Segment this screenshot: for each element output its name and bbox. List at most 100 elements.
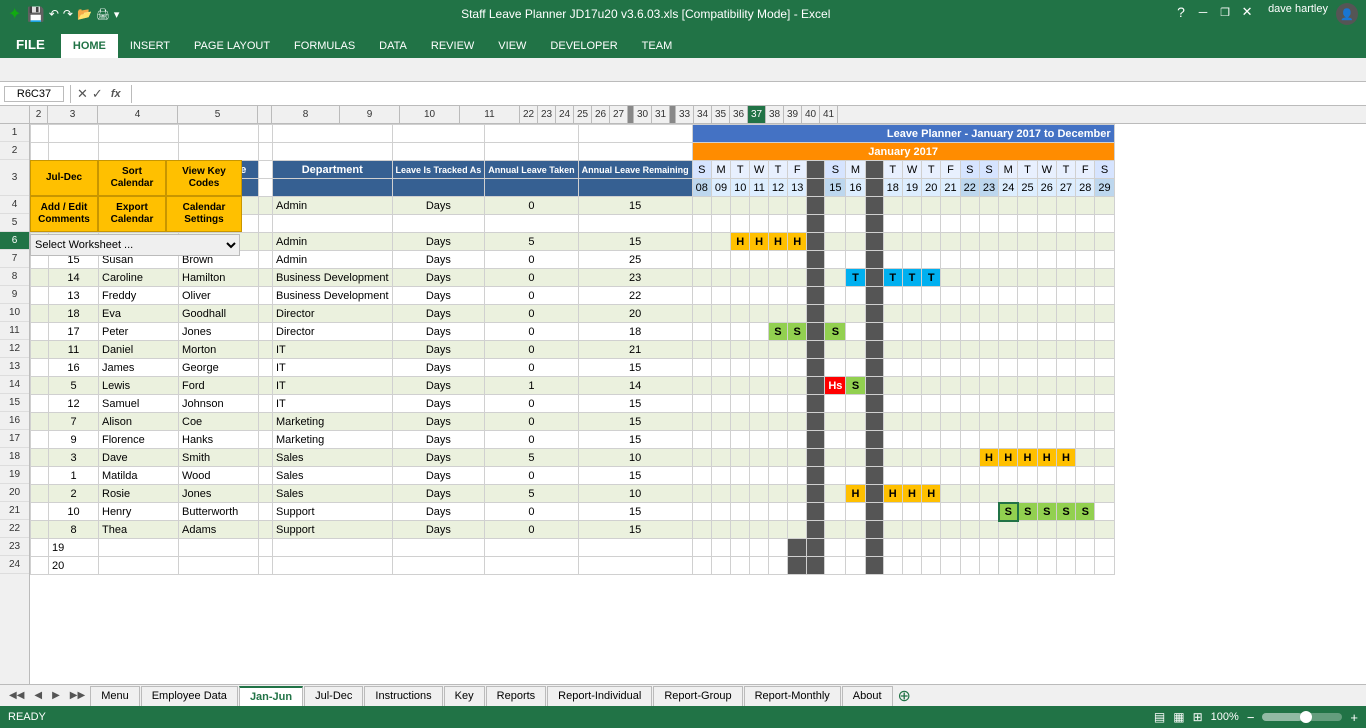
row-header-9[interactable]: 9 bbox=[0, 286, 29, 304]
col-header-25[interactable]: 25 bbox=[574, 106, 592, 123]
col-header-5[interactable]: 5 bbox=[178, 106, 258, 123]
add-sheet-button[interactable]: ⊕ bbox=[898, 686, 911, 706]
col-header-9[interactable]: 9 bbox=[340, 106, 400, 123]
save-icon[interactable]: 💾 bbox=[27, 6, 44, 23]
col-header-37[interactable]: 37 bbox=[748, 106, 766, 123]
file-tab[interactable]: FILE bbox=[0, 30, 61, 58]
row-header-18[interactable]: 18 bbox=[0, 448, 29, 466]
sort-calendar-button[interactable]: SortCalendar bbox=[98, 160, 166, 196]
row-header-5[interactable]: 5 bbox=[0, 214, 29, 232]
sheet-tab-reports[interactable]: Reports bbox=[486, 686, 547, 706]
sheet-tab-instructions[interactable]: Instructions bbox=[364, 686, 442, 706]
row-header-2[interactable]: 2 bbox=[0, 142, 29, 160]
row-header-6[interactable]: 6 bbox=[0, 232, 29, 250]
col-header-26[interactable]: 26 bbox=[592, 106, 610, 123]
col-header-36[interactable]: 36 bbox=[730, 106, 748, 123]
row-header-19[interactable]: 19 bbox=[0, 466, 29, 484]
customize-icon[interactable]: ▾ bbox=[114, 8, 120, 21]
sheet-tab-jul-dec[interactable]: Jul-Dec bbox=[304, 686, 363, 706]
col-header-11[interactable]: 11 bbox=[460, 106, 520, 123]
sheet-tab-jan-jun[interactable]: Jan-Jun bbox=[239, 686, 303, 706]
col-header-33[interactable]: 33 bbox=[676, 106, 694, 123]
open-icon[interactable]: 📂 bbox=[77, 7, 92, 21]
row-header-16[interactable]: 16 bbox=[0, 412, 29, 430]
row-header-4[interactable]: 4 bbox=[0, 196, 29, 214]
view-pagebreak-icon[interactable]: ⊞ bbox=[1193, 710, 1203, 724]
cancel-formula-icon[interactable]: ✕ bbox=[77, 86, 88, 102]
row-header-17[interactable]: 17 bbox=[0, 430, 29, 448]
undo-icon[interactable]: ↶ bbox=[49, 7, 59, 21]
view-normal-icon[interactable]: ▤ bbox=[1154, 710, 1165, 724]
col-header-10[interactable]: 10 bbox=[400, 106, 460, 123]
tab-nav-right[interactable]: ▶▶ bbox=[65, 688, 90, 703]
zoom-in-icon[interactable]: + bbox=[1350, 710, 1358, 725]
redo-icon[interactable]: ↷ bbox=[63, 7, 73, 21]
row-header-20[interactable]: 20 bbox=[0, 484, 29, 502]
tab-review[interactable]: REVIEW bbox=[419, 34, 486, 58]
row-header-12[interactable]: 12 bbox=[0, 340, 29, 358]
tab-nav-next[interactable]: ▶ bbox=[47, 688, 65, 703]
sheet-tab-employee-data[interactable]: Employee Data bbox=[141, 686, 238, 706]
col-header-38[interactable]: 38 bbox=[766, 106, 784, 123]
close-button[interactable]: ✕ bbox=[1238, 3, 1256, 21]
col-header-24[interactable]: 24 bbox=[556, 106, 574, 123]
sheet-tab-menu[interactable]: Menu bbox=[90, 686, 140, 706]
col-header-4[interactable]: 4 bbox=[98, 106, 178, 123]
row-header-15[interactable]: 15 bbox=[0, 394, 29, 412]
col-header-41[interactable]: 41 bbox=[820, 106, 838, 123]
row-header-13[interactable]: 13 bbox=[0, 358, 29, 376]
worksheet-select[interactable]: Select Worksheet ... bbox=[30, 234, 240, 256]
sheet-tab-report-group[interactable]: Report-Group bbox=[653, 686, 742, 706]
row-header-22[interactable]: 22 bbox=[0, 520, 29, 538]
tab-page-layout[interactable]: PAGE LAYOUT bbox=[182, 34, 282, 58]
tab-nav-prev[interactable]: ◀ bbox=[29, 688, 47, 703]
col-header-34[interactable]: 34 bbox=[694, 106, 712, 123]
leave-cell-selected[interactable]: S bbox=[999, 503, 1018, 521]
calendar-settings-button[interactable]: CalendarSettings bbox=[166, 196, 242, 232]
minimize-button[interactable]: ─ bbox=[1194, 3, 1212, 21]
col-header-31[interactable]: 31 bbox=[652, 106, 670, 123]
row-header-11[interactable]: 11 bbox=[0, 322, 29, 340]
function-icon[interactable]: fx bbox=[111, 88, 121, 100]
tab-team[interactable]: TEAM bbox=[630, 34, 685, 58]
tab-nav-left[interactable]: ◀◀ bbox=[4, 688, 29, 703]
col-header-3[interactable]: 3 bbox=[48, 106, 98, 123]
tab-view[interactable]: VIEW bbox=[486, 34, 538, 58]
export-calendar-button[interactable]: ExportCalendar bbox=[98, 196, 166, 232]
col-header-r[interactable] bbox=[258, 106, 272, 123]
col-header-30[interactable]: 30 bbox=[634, 106, 652, 123]
help-button[interactable]: ? bbox=[1172, 3, 1190, 21]
row-header-8[interactable]: 8 bbox=[0, 268, 29, 286]
row-header-24[interactable]: 24 bbox=[0, 556, 29, 574]
sheet-tab-report-monthly[interactable]: Report-Monthly bbox=[744, 686, 841, 706]
print-icon[interactable]: 🖨 bbox=[96, 8, 110, 21]
row-header-7[interactable]: 7 bbox=[0, 250, 29, 268]
tab-formulas[interactable]: FORMULAS bbox=[282, 34, 367, 58]
user-avatar[interactable]: 👤 bbox=[1336, 3, 1358, 25]
view-layout-icon[interactable]: ▦ bbox=[1173, 710, 1184, 724]
col-header-35[interactable]: 35 bbox=[712, 106, 730, 123]
tab-data[interactable]: DATA bbox=[367, 34, 419, 58]
confirm-formula-icon[interactable]: ✓ bbox=[92, 86, 103, 102]
col-header-40[interactable]: 40 bbox=[802, 106, 820, 123]
jul-dec-button[interactable]: Jul-Dec bbox=[30, 160, 98, 196]
row-header-21[interactable]: 21 bbox=[0, 502, 29, 520]
col-header-27[interactable]: 27 bbox=[610, 106, 628, 123]
tab-insert[interactable]: INSERT bbox=[118, 34, 182, 58]
col-header-2[interactable]: 2 bbox=[30, 106, 48, 123]
restore-button[interactable]: ❐ bbox=[1216, 3, 1234, 21]
col-header-39[interactable]: 39 bbox=[784, 106, 802, 123]
view-key-codes-button[interactable]: View KeyCodes bbox=[166, 160, 242, 196]
zoom-out-icon[interactable]: − bbox=[1247, 710, 1255, 725]
cell-reference[interactable] bbox=[4, 86, 64, 102]
sheet-tab-report-individual[interactable]: Report-Individual bbox=[547, 686, 652, 706]
tab-home[interactable]: HOME bbox=[61, 34, 118, 58]
row-header-1[interactable]: 1 bbox=[0, 124, 29, 142]
row-header-14[interactable]: 14 bbox=[0, 376, 29, 394]
row-header-3[interactable]: 3 bbox=[0, 160, 29, 196]
row-header-23[interactable]: 23 bbox=[0, 538, 29, 556]
zoom-slider[interactable] bbox=[1262, 713, 1342, 721]
col-header-23[interactable]: 23 bbox=[538, 106, 556, 123]
col-header-8[interactable]: 8 bbox=[272, 106, 340, 123]
sheet-tab-key[interactable]: Key bbox=[444, 686, 485, 706]
